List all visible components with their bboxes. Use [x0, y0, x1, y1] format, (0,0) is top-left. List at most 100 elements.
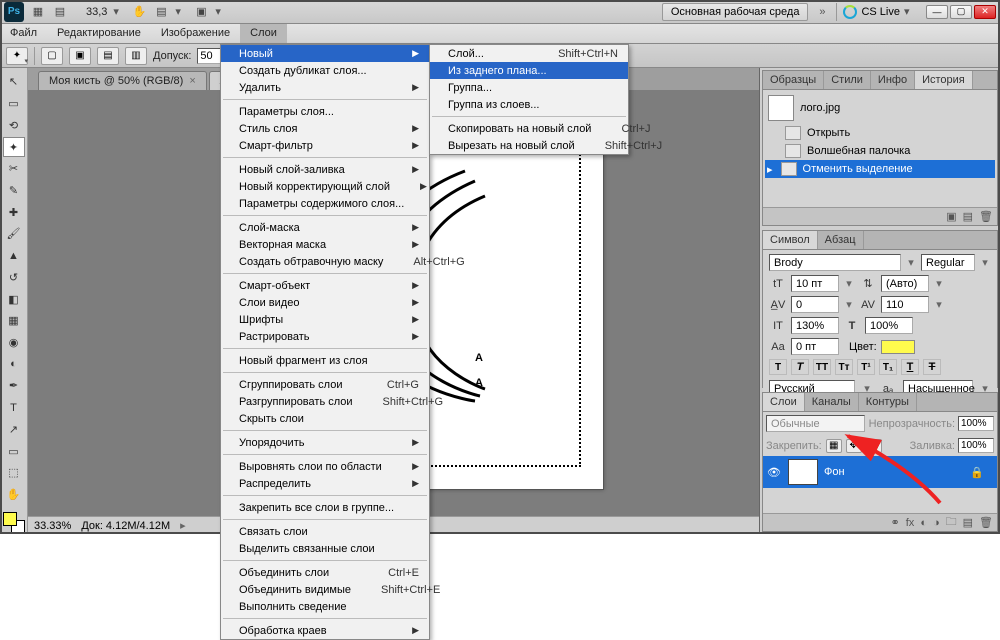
hand-icon[interactable]: ✋ [131, 4, 147, 20]
tracking-input[interactable]: 110 [881, 296, 929, 313]
arrange-icon[interactable]: ▤ [153, 4, 169, 20]
menu-image[interactable]: Изображение [151, 24, 240, 43]
menu-item[interactable]: Новый▶ [221, 45, 429, 62]
pen-tool[interactable]: ✒ [3, 376, 25, 396]
menu-item[interactable]: Новый слой-заливка▶ [221, 161, 429, 178]
close-icon[interactable]: × [189, 75, 195, 87]
menu-item[interactable]: Выделить связанные слои [221, 540, 429, 557]
menu-item[interactable]: Выполнить сведение [221, 598, 429, 615]
menu-item[interactable]: Стиль слоя▶ [221, 120, 429, 137]
arrange-dropdown[interactable]: ▾ [175, 5, 187, 18]
menu-item[interactable]: Разгруппировать слоиShift+Ctrl+G [221, 393, 429, 410]
menu-item[interactable]: Удалить▶ [221, 79, 429, 96]
tool-preset-icon[interactable]: ✦▾ [6, 47, 28, 65]
menu-item[interactable]: Обработка краев▶ [221, 622, 429, 639]
screen-mode-dropdown[interactable]: ▾ [215, 5, 227, 18]
lock-pixels-icon[interactable]: ▦ [826, 439, 842, 453]
color-swatch[interactable] [881, 340, 915, 354]
gradient-tool[interactable]: ▦ [3, 311, 25, 331]
dodge-tool[interactable]: ◐ [3, 354, 25, 374]
trash-icon[interactable]: 🗑 [979, 210, 993, 223]
magic-wand-tool[interactable]: ✦ [3, 137, 25, 157]
italic-button[interactable]: T [791, 359, 809, 375]
tab-history[interactable]: История [915, 71, 973, 89]
menu-item[interactable]: Выровнять слои по области▶ [221, 458, 429, 475]
menu-item[interactable]: Растрировать▶ [221, 328, 429, 345]
cs-live-dropdown[interactable]: ▾ [904, 5, 916, 18]
close-button[interactable]: ✕ [974, 5, 996, 19]
menu-item[interactable]: Упорядочить▶ [221, 434, 429, 451]
tab-styles[interactable]: Стили [824, 71, 871, 89]
lock-all-icon[interactable]: 🔒 [866, 439, 882, 453]
hscale-input[interactable]: 100% [865, 317, 913, 334]
path-tool[interactable]: ↗ [3, 420, 25, 440]
workspace-expand-icon[interactable]: » [814, 6, 830, 18]
workspace-switcher[interactable]: Основная рабочая среда [662, 3, 809, 21]
status-arrow-icon[interactable]: ▸ [180, 519, 186, 532]
stamp-tool[interactable]: ▲ [3, 246, 25, 266]
lock-position-icon[interactable]: ✥ [846, 439, 862, 453]
tab-info[interactable]: Инфо [871, 71, 915, 89]
vscale-input[interactable]: 130% [791, 317, 839, 334]
history-step[interactable]: ▸Отменить выделение [765, 160, 995, 178]
maximize-button[interactable]: ▢ [950, 5, 972, 19]
menu-item[interactable]: Объединить слоиCtrl+E [221, 564, 429, 581]
font-family-select[interactable]: Brody [769, 254, 901, 271]
menu-item[interactable]: Скопировать на новый слойCtrl+J [430, 120, 628, 137]
menu-item[interactable]: Смарт-фильтр▶ [221, 137, 429, 154]
menu-item[interactable]: Из заднего плана... [430, 62, 628, 79]
font-style-select[interactable]: Regular [921, 254, 975, 271]
blend-mode-select[interactable]: Обычные [766, 415, 865, 432]
tab-paths[interactable]: Контуры [859, 393, 917, 411]
menu-item[interactable]: Новый корректирующий слой▶ [221, 178, 429, 195]
type-tool[interactable]: T [3, 398, 25, 418]
new-layer-icon[interactable]: ▤ [963, 516, 973, 529]
history-snapshot[interactable]: лого.jpg [765, 92, 995, 124]
selection-new-icon[interactable]: ▢ [41, 47, 63, 65]
mini-bridge-icon[interactable]: ▤ [52, 4, 68, 20]
opacity-input[interactable] [958, 416, 994, 431]
screen-mode-icon[interactable]: ▣ [193, 4, 209, 20]
marquee-tool[interactable]: ▭ [3, 94, 25, 114]
color-swatches[interactable] [3, 512, 25, 534]
dropdown-icon[interactable]: ▾ [843, 277, 855, 290]
menu-item[interactable]: Закрепить все слои в группе... [221, 499, 429, 516]
dropdown-icon[interactable]: ▾ [979, 256, 991, 269]
new-icon[interactable]: ▤ [963, 210, 973, 223]
bridge-icon[interactable]: ▦ [30, 4, 46, 20]
minimize-button[interactable]: — [926, 5, 948, 19]
history-step[interactable]: Волшебная палочка [765, 142, 995, 160]
healing-tool[interactable]: ✚ [3, 202, 25, 222]
menu-item[interactable]: Параметры содержимого слоя... [221, 195, 429, 212]
strike-button[interactable]: T [923, 359, 941, 375]
3d-tool[interactable]: ⬚ [3, 463, 25, 483]
link-icon[interactable]: ⚭ [891, 516, 900, 529]
menu-item[interactable]: Шрифты▶ [221, 311, 429, 328]
menu-file[interactable]: Файл [0, 24, 47, 43]
camera-icon[interactable]: ▣ [946, 210, 956, 223]
move-tool[interactable]: ↖ [3, 72, 25, 92]
menu-item[interactable]: Векторная маска▶ [221, 236, 429, 253]
menu-item[interactable]: Создать обтравочную маскуAlt+Ctrl+G [221, 253, 429, 270]
selection-intersect-icon[interactable]: ▥ [125, 47, 147, 65]
blur-tool[interactable]: ◉ [3, 333, 25, 353]
menu-item[interactable]: Слой-маска▶ [221, 219, 429, 236]
kerning-input[interactable]: 0 [791, 296, 839, 313]
tab-paragraph[interactable]: Абзац [818, 231, 864, 249]
superscript-button[interactable]: T¹ [857, 359, 875, 375]
menu-item[interactable]: Группа... [430, 79, 628, 96]
trash-icon[interactable]: 🗑 [979, 516, 993, 529]
hand-tool[interactable]: ✋ [3, 485, 25, 505]
smallcaps-button[interactable]: Tᴛ [835, 359, 853, 375]
font-size-input[interactable]: 10 пт [791, 275, 839, 292]
dropdown-icon[interactable]: ▾ [933, 277, 945, 290]
dropdown-icon[interactable]: ▾ [843, 298, 855, 311]
menu-item[interactable]: Смарт-объект▶ [221, 277, 429, 294]
menu-edit[interactable]: Редактирование [47, 24, 151, 43]
folder-icon[interactable]: 🗀 [946, 513, 957, 532]
subscript-button[interactable]: T₁ [879, 359, 897, 375]
bold-button[interactable]: T [769, 359, 787, 375]
brush-tool[interactable]: 🖌 [3, 224, 25, 244]
menu-item[interactable]: Группа из слоев... [430, 96, 628, 113]
cs-live[interactable]: CS Live ▾ [843, 5, 916, 19]
